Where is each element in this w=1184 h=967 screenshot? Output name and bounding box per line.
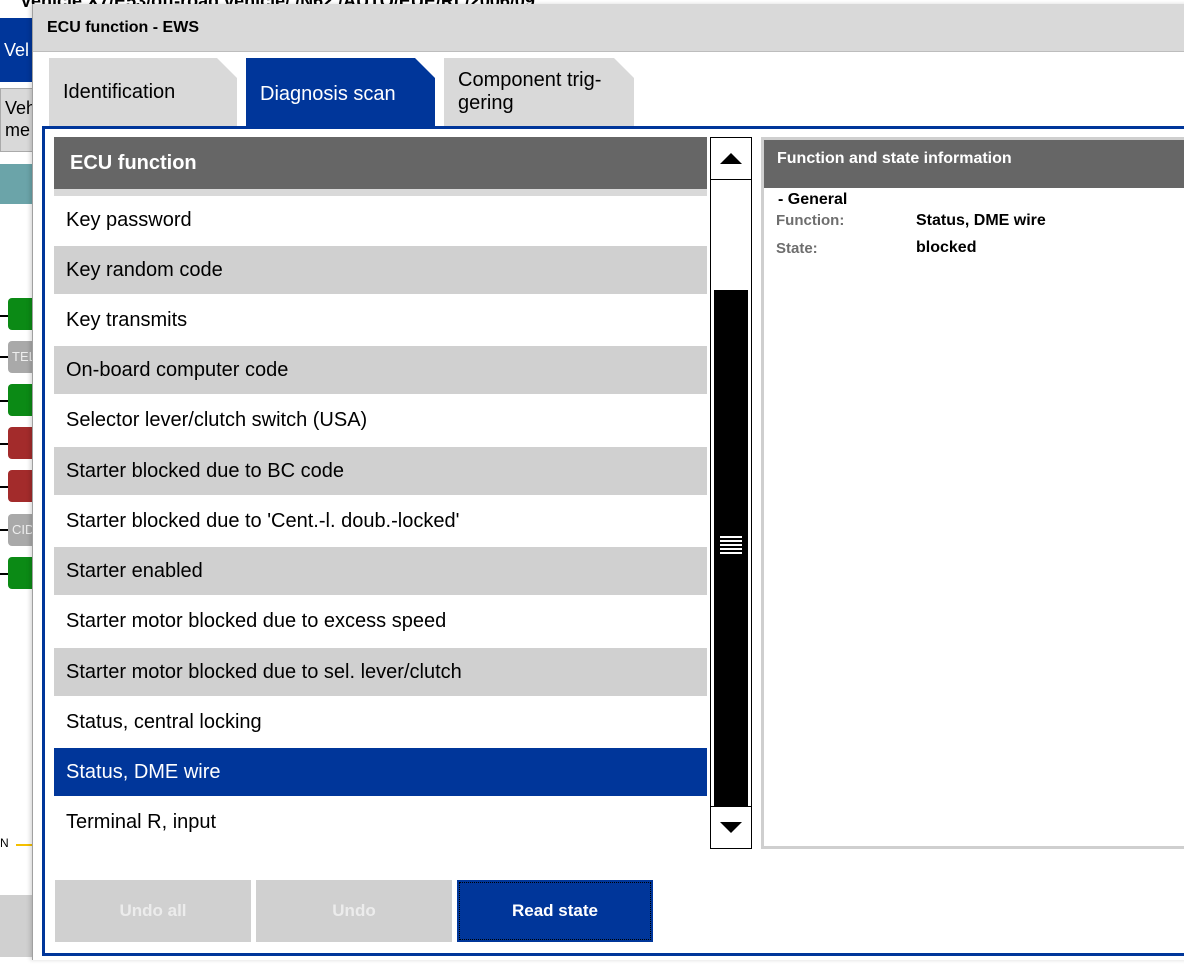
tab-label: Diagnosis scan (260, 82, 396, 105)
list-header: ECU function (54, 137, 707, 189)
bus-node[interactable] (8, 384, 34, 416)
bus-node[interactable]: TEL (8, 341, 34, 373)
ecu-function-list[interactable]: Key password Key random code Key transmi… (54, 196, 707, 856)
background-yellow-line (16, 844, 32, 846)
list-item[interactable]: Starter blocked due to 'Cent.-l. doub.-l… (54, 497, 707, 545)
list-item[interactable]: Key transmits (54, 296, 707, 344)
connector-line (0, 529, 8, 531)
list-item[interactable]: Key random code (54, 246, 707, 294)
bus-node[interactable] (8, 427, 34, 459)
function-label: Function: (776, 212, 845, 229)
tab-identification[interactable]: Identification (49, 58, 237, 126)
list-item[interactable]: On-board computer code (54, 346, 707, 394)
list-item[interactable]: Selector lever/clutch switch (USA) (54, 396, 707, 444)
connector-line (0, 573, 8, 575)
list-item[interactable]: Starter enabled (54, 547, 707, 595)
arrow-up-icon (720, 153, 742, 164)
background-tab-vehicle[interactable]: Vel (0, 18, 34, 82)
list-item[interactable]: Starter motor blocked due to excess spee… (54, 597, 707, 645)
list-item[interactable]: Starter blocked due to BC code (54, 447, 707, 495)
list-item[interactable]: Terminal R, input (54, 798, 707, 846)
function-value: Status, DME wire (916, 212, 1046, 229)
dialog-titlebar: ECU function - EWS (33, 4, 1184, 52)
bus-node[interactable] (8, 298, 34, 330)
list-item[interactable]: Starter motor blocked due to sel. lever/… (54, 648, 707, 696)
function-state-info-panel: Function and state information - General… (761, 137, 1184, 849)
tab-diagnosis-scan[interactable]: Diagnosis scan (246, 58, 435, 130)
info-section-title: - General (778, 191, 848, 208)
connector-line (0, 400, 8, 402)
state-label: State: (776, 240, 818, 257)
info-panel-header: Function and state information (764, 140, 1184, 188)
tab-corner (415, 58, 435, 78)
background-teal-bar (0, 164, 34, 204)
connector-line (0, 443, 8, 445)
ecu-function-dialog: ECU function - EWS Identification Diagno… (32, 4, 1184, 960)
scroll-down-button[interactable] (711, 806, 751, 848)
state-value: blocked (916, 239, 977, 256)
bus-node[interactable] (8, 557, 34, 589)
background-tab-vehicle-management[interactable]: Veh me (0, 88, 34, 152)
background-bottom-label: N (0, 836, 9, 850)
tab-corner (217, 58, 237, 78)
list-item[interactable]: Status, central locking (54, 698, 707, 746)
dialog-title: ECU function - EWS (47, 19, 199, 36)
list-scrollbar[interactable] (710, 137, 752, 849)
connector-line (0, 486, 8, 488)
list-separator (54, 189, 707, 196)
tab-corner (614, 58, 634, 78)
grip-icon (720, 536, 742, 554)
arrow-down-icon (720, 822, 742, 833)
tab-component-triggering[interactable]: Component trig-gering (444, 58, 634, 126)
list-item[interactable]: Key password (54, 196, 707, 244)
undo-button[interactable]: Undo (256, 880, 452, 942)
bus-node[interactable]: CID (8, 514, 34, 546)
scroll-thumb[interactable] (714, 290, 748, 808)
tab-label: Component trig-gering (458, 69, 602, 114)
background-bottom-button[interactable] (0, 895, 34, 957)
read-state-button[interactable]: Read state (457, 880, 653, 942)
connector-line (0, 356, 8, 358)
list-item-selected[interactable]: Status, DME wire (54, 748, 707, 796)
tab-label: Identification (63, 80, 176, 103)
undo-all-button[interactable]: Undo all (55, 880, 251, 942)
connector-line (0, 315, 8, 317)
bus-node[interactable] (8, 470, 34, 502)
scroll-up-button[interactable] (711, 138, 751, 180)
